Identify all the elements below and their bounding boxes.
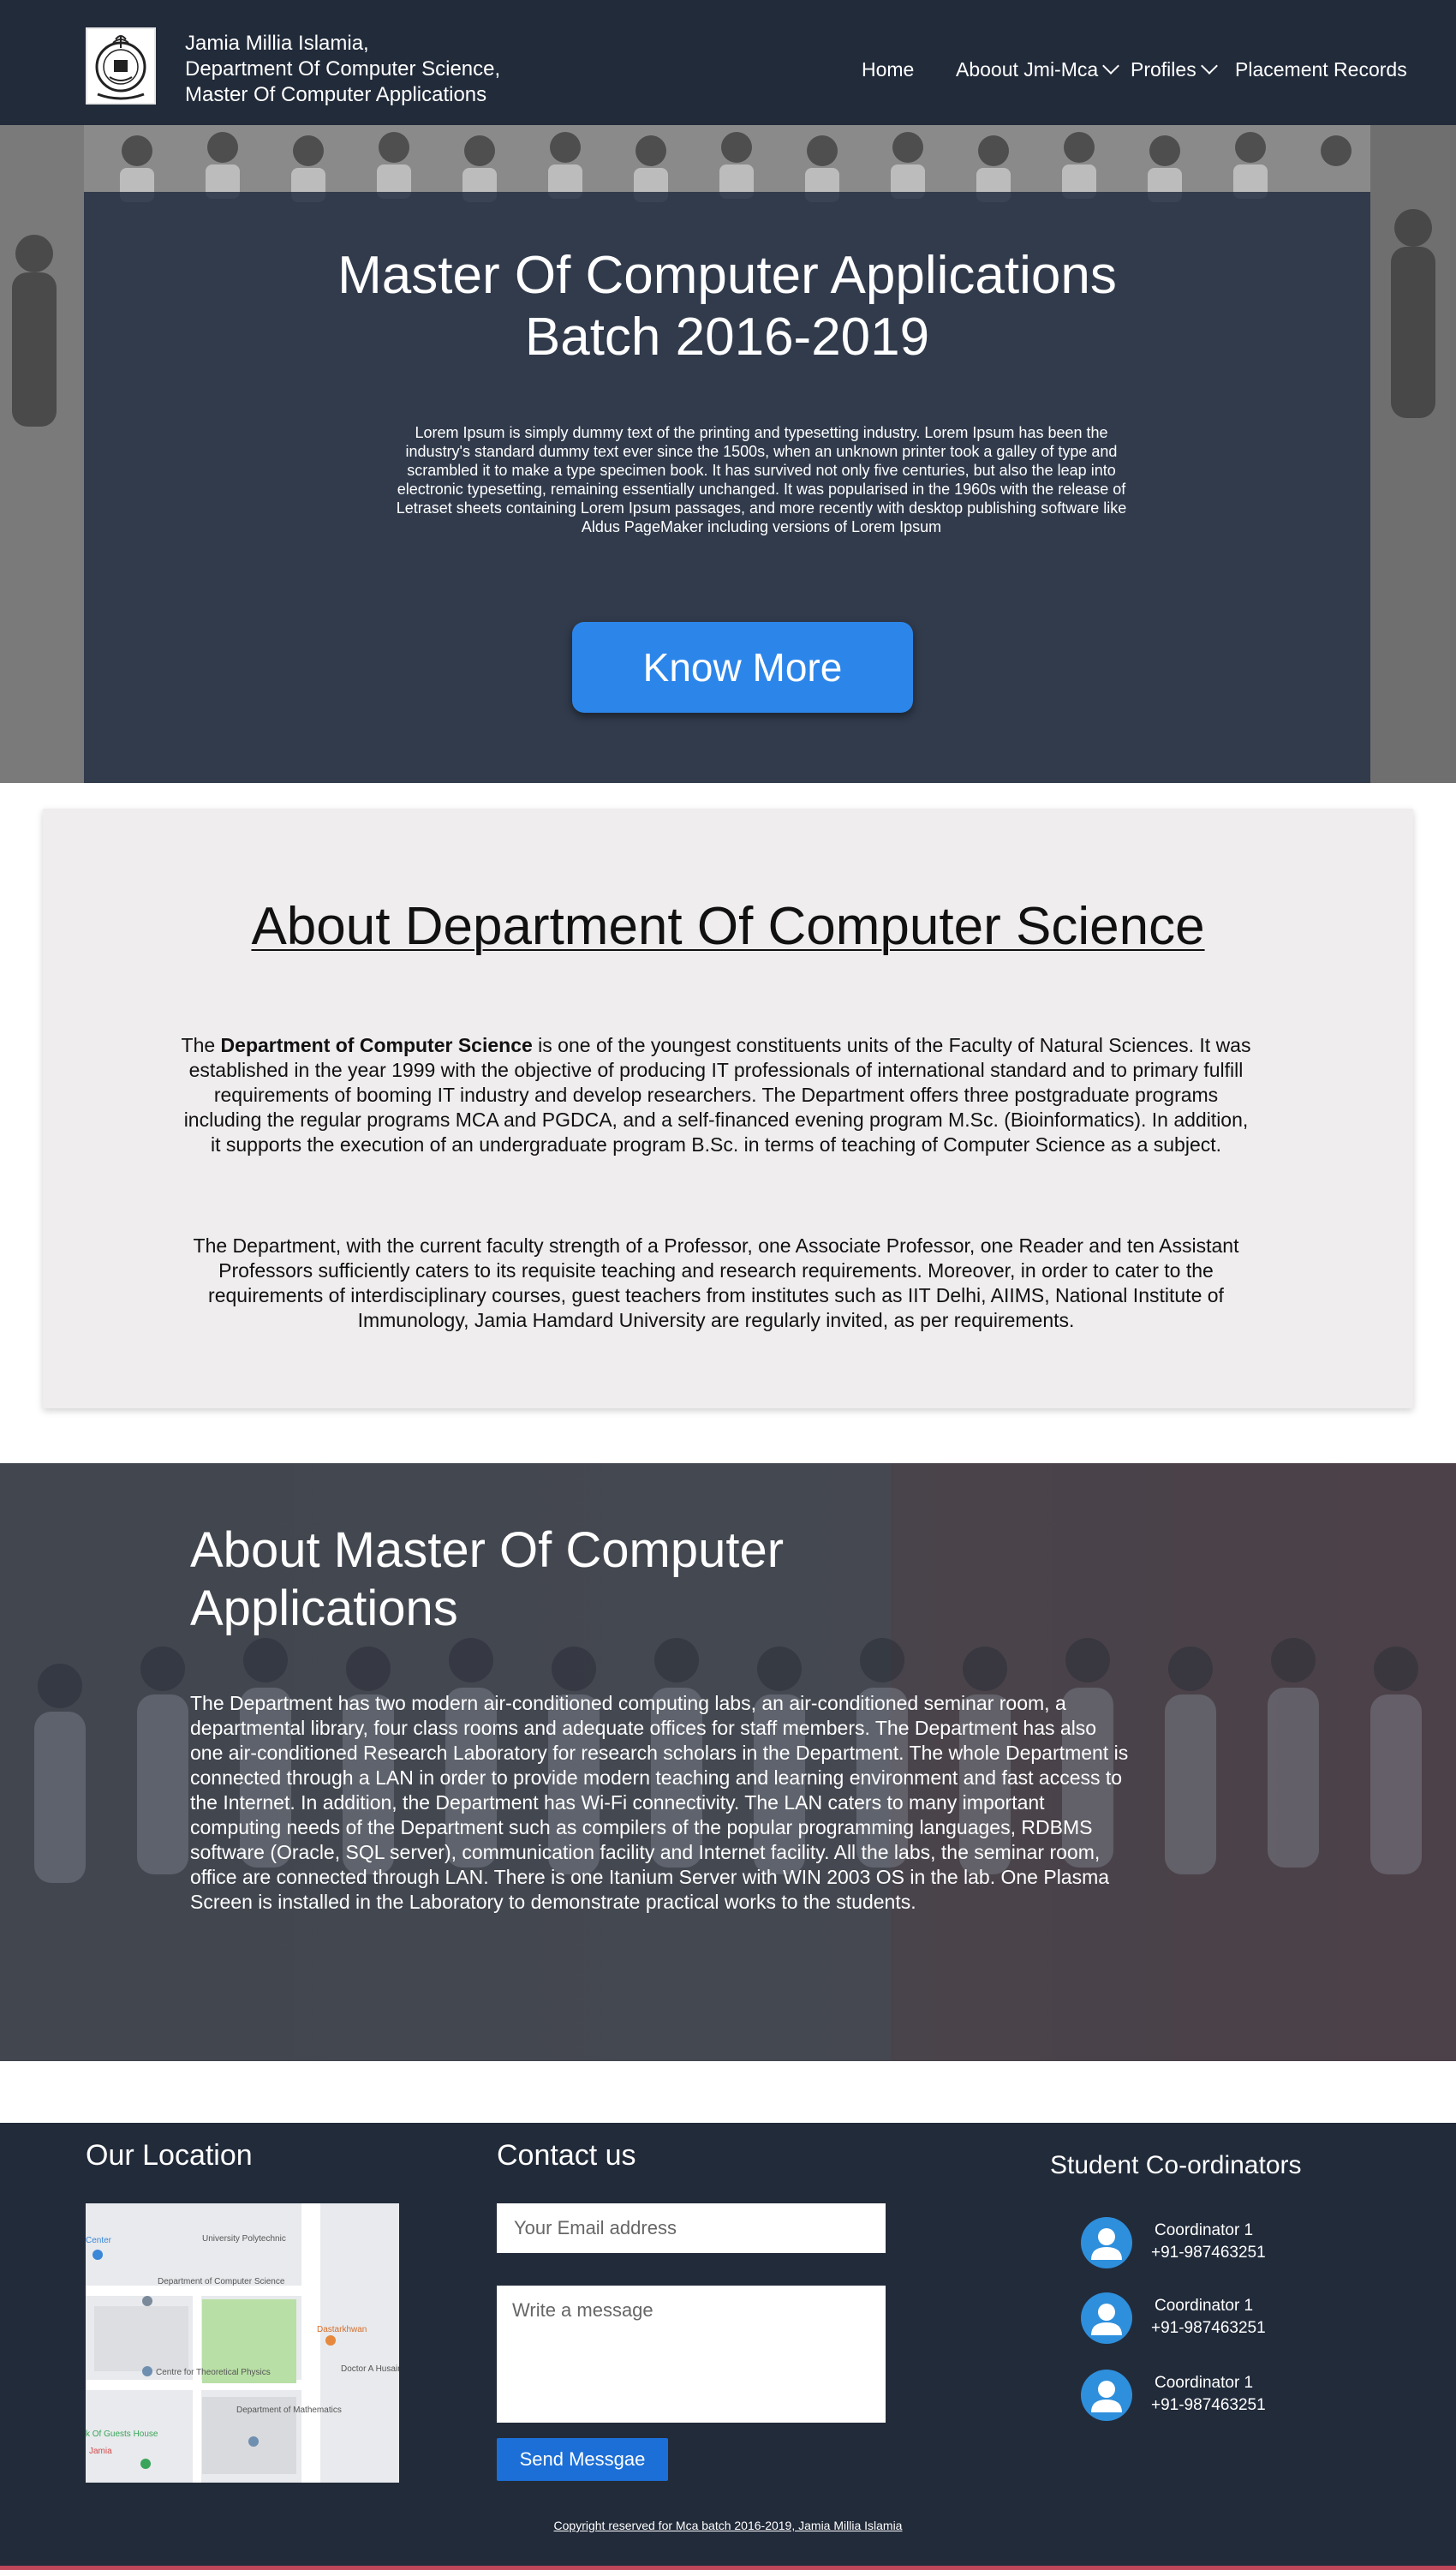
about-department-heading-text: About Department Of Computer Science xyxy=(251,897,1205,956)
nav-item-home-label: Home xyxy=(862,58,915,81)
message-field[interactable] xyxy=(497,2286,886,2423)
coordinator-phone: +91-987463251 xyxy=(1151,2396,1266,2414)
hero-title-line-1: Master Of Computer Applications xyxy=(337,246,1117,305)
coordinator-card[interactable]: Coordinator 1 +91-987463251 xyxy=(1081,2217,1304,2279)
p1-bold-department-name: Department of Computer Science xyxy=(220,1034,533,1056)
chevron-down-icon xyxy=(1102,57,1120,75)
university-seal-icon[interactable] xyxy=(86,27,156,105)
brand-line-department: Department Of Computer Science, xyxy=(185,57,501,81)
user-avatar-icon xyxy=(1081,2217,1132,2268)
student-coordinators-heading: Student Co-ordinators xyxy=(1050,2151,1302,2179)
map-label-guest-house: k Of Guests House xyxy=(86,2430,158,2439)
user-avatar-icon xyxy=(1081,2370,1132,2421)
map-label-jamia: Jamia xyxy=(89,2447,112,2456)
brand-line-university: Jamia Millia Islamia, xyxy=(185,32,369,55)
our-location-heading: Our Location xyxy=(86,2139,253,2172)
location-map[interactable]: University Polytechnic Department of Com… xyxy=(86,2203,399,2483)
about-department-paragraph-2: The Department, with the current faculty… xyxy=(193,1234,1239,1331)
about-department-heading: About Department Of Computer Science xyxy=(43,893,1413,961)
map-graphic: University Polytechnic Department of Com… xyxy=(86,2203,399,2483)
nav-item-placement-label: Placement Records xyxy=(1235,58,1407,81)
email-field[interactable] xyxy=(497,2203,886,2253)
hero-overlay-panel: Master Of Computer Applications Batch 20… xyxy=(84,192,1370,783)
coordinator-name: Coordinator 1 xyxy=(1155,2374,1254,2392)
coordinator-phone: +91-987463251 xyxy=(1151,2319,1266,2337)
coordinator-card[interactable]: Coordinator 1 +91-987463251 xyxy=(1081,2370,1304,2431)
coordinator-name: Coordinator 1 xyxy=(1155,2297,1254,2315)
nav-item-profiles[interactable]: Profiles xyxy=(1131,57,1218,82)
hero-section: Master Of Computer Applications Batch 20… xyxy=(0,125,1456,783)
chevron-down-icon xyxy=(1200,57,1218,75)
map-label-polytechnic: University Polytechnic xyxy=(202,2234,286,2244)
hero-title: Master Of Computer Applications Batch 20… xyxy=(84,245,1370,368)
know-more-button[interactable]: Know More xyxy=(572,622,913,713)
map-label-dcs: Department of Computer Science xyxy=(158,2277,285,2286)
map-label-ctp: Centre for Theoretical Physics xyxy=(156,2368,271,2377)
map-label-center: Center xyxy=(86,2236,112,2245)
nav-item-profiles-label: Profiles xyxy=(1131,58,1196,81)
about-mca-description: The Department has two modern air-condit… xyxy=(190,1692,1129,1913)
about-mca-section: About Master Of Computer Applications Th… xyxy=(0,1463,1456,2061)
coordinator-phone: +91-987463251 xyxy=(1151,2244,1266,2262)
coordinator-card[interactable]: Coordinator 1 +91-987463251 xyxy=(1081,2292,1304,2354)
map-label-dastarkhwan: Dastarkhwan xyxy=(317,2325,367,2334)
map-label-maths: Department of Mathematics xyxy=(236,2406,342,2415)
about-department-paragraph-1: The Department of Computer Science is on… xyxy=(178,1033,1254,1157)
site-brand[interactable]: Jamia Millia Islamia, Department Of Comp… xyxy=(185,31,500,108)
nav-item-home[interactable]: Home xyxy=(862,57,914,82)
hero-description: Lorem Ipsum is simply dummy text of the … xyxy=(396,424,1127,535)
site-footer: Our Location University Polytechnic Depa… xyxy=(0,2123,1456,2570)
p1-prefix: The xyxy=(181,1034,221,1056)
logo-graphic xyxy=(95,35,146,100)
about-mca-heading: About Master Of Computer Applications xyxy=(190,1522,785,1636)
nav-item-about-label: Aboout Jmi-Mca xyxy=(956,58,1099,81)
brand-line-program: Master Of Computer Applications xyxy=(185,83,487,106)
site-header: Jamia Millia Islamia, Department Of Comp… xyxy=(0,0,1456,125)
contact-us-heading: Contact us xyxy=(497,2139,636,2172)
map-label-library: Doctor A Husain Lib xyxy=(341,2364,399,2374)
nav-item-placement-records[interactable]: Placement Records xyxy=(1235,57,1407,82)
hero-title-line-2: Batch 2016-2019 xyxy=(524,308,930,367)
about-department-card: About Department Of Computer Science The… xyxy=(43,809,1413,1408)
copyright-link[interactable]: Copyright reserved for Mca batch 2016-20… xyxy=(0,2519,1456,2532)
footer-bottom-border xyxy=(0,2566,1456,2570)
coordinator-name: Coordinator 1 xyxy=(1155,2221,1254,2239)
nav-item-about-jmi-mca[interactable]: Aboout Jmi-Mca xyxy=(956,57,1120,82)
user-avatar-icon xyxy=(1081,2292,1132,2344)
send-message-button[interactable]: Send Messgae xyxy=(497,2438,668,2481)
